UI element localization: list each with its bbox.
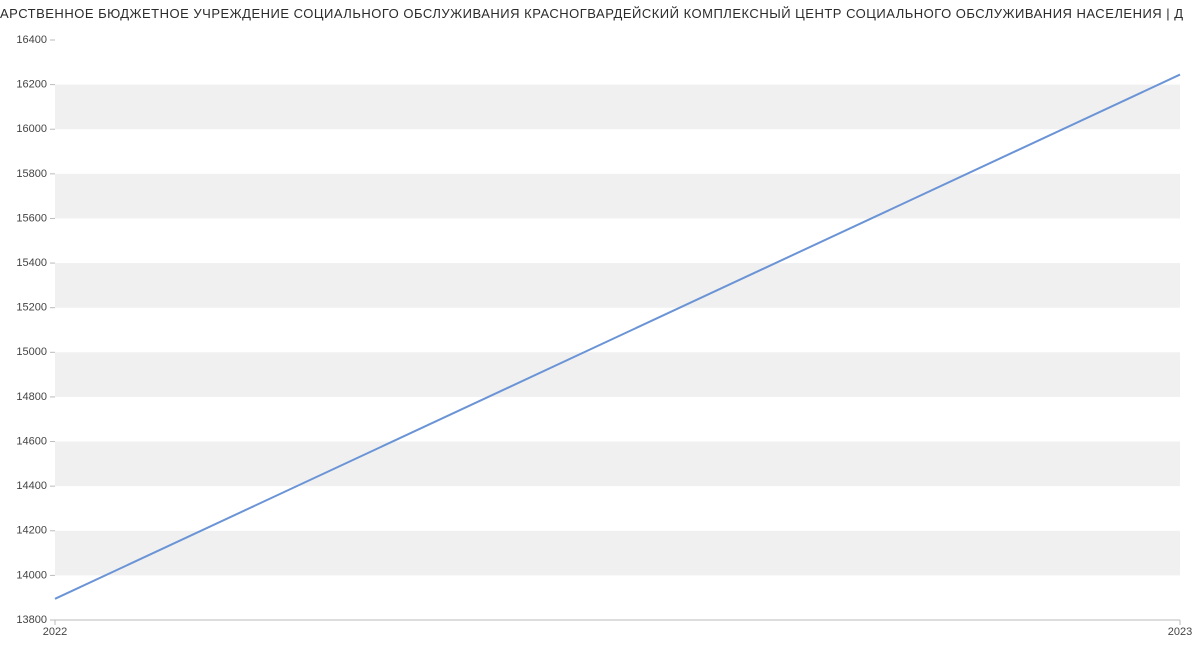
y-tick-label: 14000 (16, 569, 47, 581)
y-tick-label: 15000 (16, 346, 47, 358)
line-chart: 13800 14000 14200 14400 14600 14800 15000 15200… (0, 30, 1200, 650)
y-tick-label: 16200 (16, 79, 47, 91)
y-tick-label: 15800 (16, 168, 47, 180)
data-series-line (55, 75, 1180, 599)
y-tick-label: 14600 (16, 435, 47, 447)
x-tick-label: 2022 (43, 626, 67, 638)
y-tick-label: 15200 (16, 302, 47, 314)
chart-title: АРСТВЕННОЕ БЮДЖЕТНОЕ УЧРЕЖДЕНИЕ СОЦИАЛЬН… (0, 6, 1200, 21)
y-tick-label: 14200 (16, 525, 47, 537)
y-tick-label: 13800 (16, 614, 47, 626)
x-tick-label: 2023 (1168, 626, 1192, 638)
y-tick-label: 15600 (16, 212, 47, 224)
y-tick-label: 14800 (16, 391, 47, 403)
y-tick-label: 16000 (16, 123, 47, 135)
y-tick-label: 16400 (16, 34, 47, 46)
y-tick-label: 15400 (16, 257, 47, 269)
y-tick-label: 14400 (16, 480, 47, 492)
